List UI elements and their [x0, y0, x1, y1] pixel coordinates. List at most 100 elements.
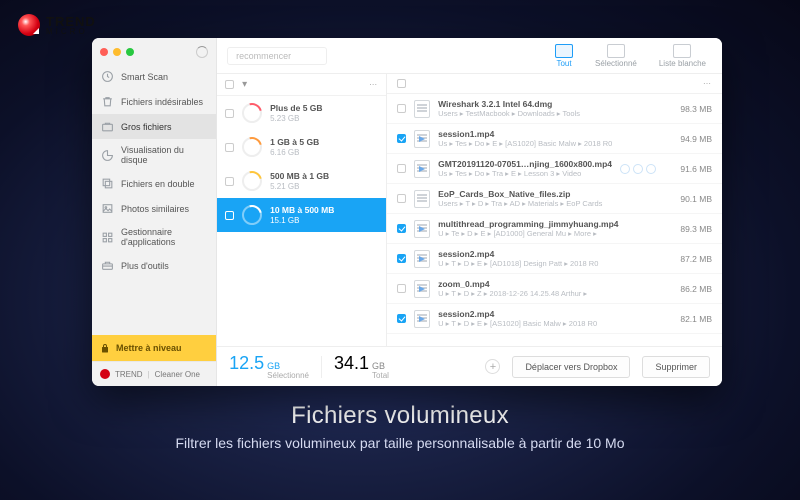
briefcase-icon [101, 120, 114, 133]
bucket-size: 6.16 GB [270, 148, 299, 157]
filter-tab-liste-blanche[interactable]: Liste blanche [653, 42, 712, 70]
file-path: U ▸ T ▸ D ▸ E ▸ [AS1020] Basic Malw ▸ 20… [438, 319, 658, 328]
file-size: 98.3 MB [666, 104, 712, 114]
file-checkbox[interactable] [397, 284, 406, 293]
file-row[interactable]: GMT20191120-07051…njing_1600x800.mp4Us ▸… [387, 154, 722, 184]
file-checkbox[interactable] [397, 104, 406, 113]
clock-icon [101, 70, 114, 83]
selected-size-stat: 12.5 GB Sélectionné [229, 353, 309, 380]
file-row[interactable]: EoP_Cards_Box_Native_files.zipUsers ▸ T … [387, 184, 722, 214]
file-checkbox[interactable] [397, 164, 406, 173]
bucket-checkbox[interactable] [225, 143, 234, 152]
file-checkbox[interactable] [397, 224, 406, 233]
files-menu-icon[interactable]: ⋯ [703, 79, 712, 88]
bucket-checkbox[interactable] [225, 211, 234, 220]
file-size: 90.1 MB [666, 194, 712, 204]
app-window: Smart ScanFichiers indésirables Gros fich… [92, 38, 722, 386]
sidebar-item-label: Gros fichiers [121, 122, 172, 132]
files-select-all-checkbox[interactable] [397, 79, 406, 88]
file-row[interactable]: session1.mp4Us ▸ Tes ▸ Do ▸ E ▸ [AS1020]… [387, 124, 722, 154]
sidebar-item-gestionnaire-d-applications[interactable]: Gestionnaire d'applications [92, 221, 216, 253]
topbar: recommencer Tout Sélectionné Liste blanche [217, 38, 722, 74]
minimize-icon[interactable] [113, 48, 121, 56]
sidebar-item-fichiers-ind-sirables[interactable]: Fichiers indésirables [92, 89, 216, 114]
brandbar-b: Cleaner One [155, 370, 200, 379]
size-bucket[interactable]: Plus de 5 GB5.23 GB [217, 96, 386, 130]
file-size: 89.3 MB [666, 224, 712, 234]
file-row[interactable]: session2.mp4U ▸ T ▸ D ▸ E ▸ [AD1018] Des… [387, 244, 722, 274]
file-size: 91.6 MB [666, 164, 712, 174]
trash-icon [101, 95, 114, 108]
bucket-ring-icon [242, 137, 262, 157]
sidebar-item-smart-scan[interactable]: Smart Scan [92, 64, 216, 89]
tab-label: Sélectionné [595, 59, 637, 68]
sidebar-item-photos-similaires[interactable]: Photos similaires [92, 196, 216, 221]
delete-button[interactable]: Supprimer [642, 356, 710, 378]
sidebar-item-label: Visualisation du disque [121, 145, 207, 165]
file-size: 86.2 MB [666, 284, 712, 294]
brand-line2: MICRO [46, 28, 96, 36]
tab-icon [673, 44, 691, 58]
file-row[interactable]: zoom_0.mp4U ▸ T ▸ D ▸ Z ▸ 2018-12-26 14.… [387, 274, 722, 304]
bucket-checkbox[interactable] [225, 109, 234, 118]
file-path: Users ▸ TestMacbook ▸ Downloads ▸ Tools [438, 109, 658, 118]
toolbox-icon [101, 259, 114, 272]
search-input[interactable]: recommencer [227, 47, 327, 65]
trend-dot-icon [100, 369, 110, 379]
footer: 12.5 GB Sélectionné 34.1 GB Total + Dépl… [217, 346, 722, 386]
sidebar-item-label: Photos similaires [121, 204, 189, 214]
file-checkbox[interactable] [397, 194, 406, 203]
bucket-label: Plus de 5 GB [270, 103, 322, 113]
sidebar-item-gros-fichiers[interactable]: Gros fichiers [92, 114, 216, 139]
tab-icon [607, 44, 625, 58]
file-action-icons[interactable] [620, 164, 656, 174]
sidebar-item-fichiers-en-double[interactable]: Fichiers en double [92, 171, 216, 196]
file-path: U ▸ Te ▸ D ▸ E ▸ [AD1000] General Mu ▸ M… [438, 229, 658, 238]
sort-toggle[interactable]: ▾ [242, 79, 247, 90]
sidebar-item-visualisation-du-disque[interactable]: Visualisation du disque [92, 139, 216, 171]
file-row[interactable]: Wireshark 3.2.1 Intel 64.dmgUsers ▸ Test… [387, 94, 722, 124]
zoom-icon[interactable] [126, 48, 134, 56]
buckets-menu-icon[interactable]: ⋯ [369, 80, 378, 89]
file-type-icon [414, 310, 430, 328]
size-bucket[interactable]: 1 GB à 5 GB6.16 GB [217, 130, 386, 164]
window-controls [92, 38, 216, 64]
file-name: EoP_Cards_Box_Native_files.zip [438, 189, 658, 199]
file-name: multithread_programming_jimmyhuang.mp4 [438, 219, 658, 229]
brandbar-a: TREND [115, 370, 143, 379]
bucket-label: 500 MB à 1 GB [270, 171, 329, 181]
select-all-checkbox[interactable] [225, 80, 234, 89]
sidebar-item-plus-d-outils[interactable]: Plus d'outils [92, 253, 216, 278]
file-checkbox[interactable] [397, 254, 406, 263]
bucket-checkbox[interactable] [225, 177, 234, 186]
add-destination-button[interactable]: + [485, 359, 500, 374]
size-bucket[interactable]: 500 MB à 1 GB5.21 GB [217, 164, 386, 198]
file-type-icon [414, 130, 430, 148]
sidebar-item-label: Fichiers en double [121, 179, 195, 189]
brand-bar: TREND | Cleaner One [92, 361, 216, 386]
upgrade-button[interactable]: Mettre à niveau [92, 335, 216, 361]
file-name: zoom_0.mp4 [438, 279, 658, 289]
file-checkbox[interactable] [397, 314, 406, 323]
close-icon[interactable] [100, 48, 108, 56]
file-name: session1.mp4 [438, 129, 658, 139]
file-path: Us ▸ Tes ▸ Do ▸ Tra ▸ E ▸ Lesson 3 ▸ Vid… [438, 169, 612, 178]
bucket-size: 5.23 GB [270, 114, 299, 123]
file-checkbox[interactable] [397, 134, 406, 143]
file-path: U ▸ T ▸ D ▸ E ▸ [AD1018] Design Patt ▸ 2… [438, 259, 658, 268]
filter-tab-s-lectionn-[interactable]: Sélectionné [589, 42, 643, 70]
file-name: session2.mp4 [438, 309, 658, 319]
tab-label: Liste blanche [659, 59, 706, 68]
file-path: Users ▸ T ▸ D ▸ Tra ▸ AD ▸ Materials ▸ E… [438, 199, 658, 208]
file-row[interactable]: session2.mp4U ▸ T ▸ D ▸ E ▸ [AS1020] Bas… [387, 304, 722, 334]
file-name: Wireshark 3.2.1 Intel 64.dmg [438, 99, 658, 109]
hero-subtitle: Filtrer les fichiers volumineux par tail… [0, 435, 800, 451]
hero-title: Fichiers volumineux [0, 402, 800, 430]
size-bucket[interactable]: 10 MB à 500 MB15.1 GB [217, 198, 386, 232]
bucket-ring-icon [242, 205, 262, 225]
file-row[interactable]: multithread_programming_jimmyhuang.mp4U … [387, 214, 722, 244]
files-panel: ⋯ Wireshark 3.2.1 Intel 64.dmgUsers ▸ Te… [387, 74, 722, 346]
file-size: 87.2 MB [666, 254, 712, 264]
filter-tab-tout[interactable]: Tout [549, 42, 579, 70]
move-to-dropbox-button[interactable]: Déplacer vers Dropbox [512, 356, 630, 378]
